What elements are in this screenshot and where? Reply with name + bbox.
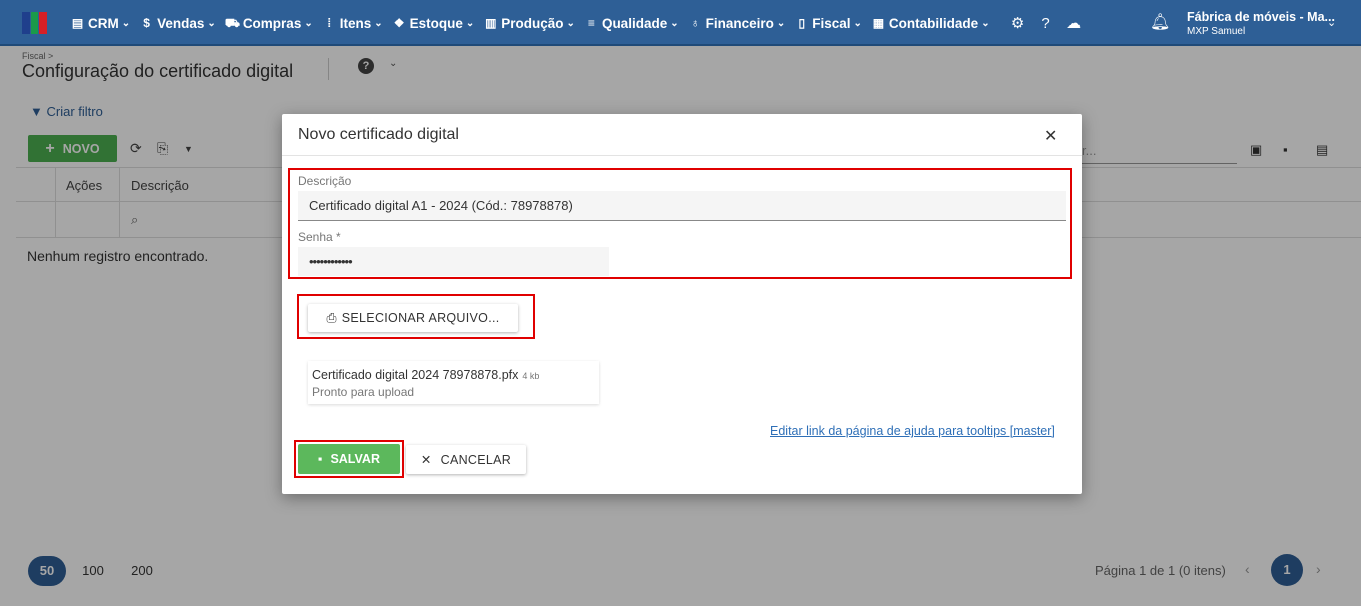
new-certificate-dialog: Novo certificado digital ✕ Descrição Cer… bbox=[282, 114, 1082, 494]
chevron-down-icon: ⌄ bbox=[207, 17, 216, 29]
password-field[interactable]: •••••••••••• bbox=[298, 247, 609, 276]
menu-itens[interactable]: ⁞ Itens ⌄ bbox=[322, 16, 383, 31]
select-file-button[interactable]: ⎙ SELECIONAR ARQUIVO... bbox=[308, 304, 518, 332]
chevron-down-icon: ⌄ bbox=[670, 17, 679, 29]
dialog-title: Novo certificado digital bbox=[298, 126, 459, 143]
calculator-icon: ▦ bbox=[872, 16, 885, 30]
description-field[interactable]: Certificado digital A1 - 2024 (Cód.: 789… bbox=[298, 191, 1066, 221]
chevron-down-icon: ⌄ bbox=[776, 17, 786, 29]
file-size: 4 kb bbox=[522, 371, 540, 381]
bell-icon[interactable]: 🔔︎ bbox=[1150, 12, 1170, 32]
crm-icon: ▤ bbox=[71, 16, 84, 30]
help-circle-icon[interactable]: ? bbox=[1037, 15, 1055, 32]
menu-compras[interactable]: ⛟ Compras ⌄ bbox=[225, 16, 313, 31]
save-button[interactable]: ▪ SALVAR bbox=[298, 444, 400, 474]
company-name: Fábrica de móveis - Ma... bbox=[1187, 10, 1335, 24]
file-name: Certificado digital 2024 78978878.pfx bbox=[312, 368, 519, 382]
document-icon: ▯ bbox=[798, 16, 806, 30]
items-icon: ⁞ bbox=[327, 16, 332, 30]
chevron-down-icon[interactable]: ⌄ bbox=[1327, 16, 1336, 29]
dollar-icon: $ bbox=[143, 16, 150, 30]
chevron-down-icon: ⌄ bbox=[304, 17, 313, 29]
main-menu: ▤ CRM ⌄ $ Vendas ⌄ ⛟ Compras ⌄ ⁞ Itens ⌄ ❖ Estoqu… bbox=[70, 0, 1083, 46]
company-selector[interactable]: Fábrica de móveis - Ma... MXP Samuel bbox=[1187, 10, 1335, 37]
menu-financeiro[interactable]: ♁ Financeiro ⌄ bbox=[688, 16, 786, 31]
chevron-down-icon: ⌄ bbox=[465, 17, 475, 29]
user-name: MXP Samuel bbox=[1187, 26, 1246, 37]
cancel-button[interactable]: ✕ CANCELAR bbox=[406, 445, 526, 474]
close-icon[interactable]: ✕ bbox=[1044, 126, 1057, 146]
save-icon: ▪ bbox=[318, 452, 323, 466]
stock-icon: ❖ bbox=[393, 16, 405, 30]
password-label: Senha * bbox=[298, 230, 341, 244]
menu-fiscal[interactable]: ▯ Fiscal ⌄ bbox=[794, 16, 862, 31]
cart-icon: ⛟ bbox=[224, 16, 240, 30]
menu-crm[interactable]: ▤ CRM ⌄ bbox=[70, 16, 130, 31]
file-upload-icon: ⎙ bbox=[326, 310, 337, 325]
chevron-down-icon: ⌄ bbox=[981, 17, 990, 29]
quality-icon: ≡ bbox=[587, 16, 595, 30]
chevron-down-icon: ⌄ bbox=[853, 17, 862, 29]
menu-estoque[interactable]: ❖ Estoque ⌄ bbox=[392, 16, 475, 31]
money-bag-icon: ♁ bbox=[690, 16, 700, 30]
chevron-down-icon: ⌄ bbox=[374, 17, 383, 29]
file-status: Pronto para upload bbox=[312, 385, 415, 399]
uploaded-file-card: Certificado digital 2024 78978878.pfx 4 k… bbox=[308, 361, 599, 404]
menu-producao[interactable]: ▥ Produção ⌄ bbox=[483, 16, 575, 31]
close-icon: ✕ bbox=[420, 453, 432, 467]
chevron-down-icon: ⌄ bbox=[566, 17, 575, 29]
top-navigation-bar: ▤ CRM ⌄ $ Vendas ⌄ ⛟ Compras ⌄ ⁞ Itens ⌄ ❖ Estoqu… bbox=[0, 0, 1361, 46]
chat-icon[interactable]: ☁ bbox=[1065, 14, 1083, 32]
gear-icon[interactable]: ⚙ bbox=[1009, 14, 1027, 32]
help-link[interactable]: Editar link da página de ajuda para tool… bbox=[770, 424, 1055, 438]
menu-contabilidade[interactable]: ▦ Contabilidade ⌄ bbox=[871, 16, 990, 31]
factory-icon: ▥ bbox=[485, 16, 497, 30]
chevron-down-icon: ⌄ bbox=[121, 17, 131, 29]
app-logo[interactable] bbox=[22, 12, 48, 34]
description-label: Descrição bbox=[298, 174, 352, 188]
menu-qualidade[interactable]: ≡ Qualidade ⌄ bbox=[584, 16, 679, 31]
dialog-header: Novo certificado digital ✕ bbox=[282, 114, 1082, 156]
menu-vendas[interactable]: $ Vendas ⌄ bbox=[139, 16, 216, 31]
